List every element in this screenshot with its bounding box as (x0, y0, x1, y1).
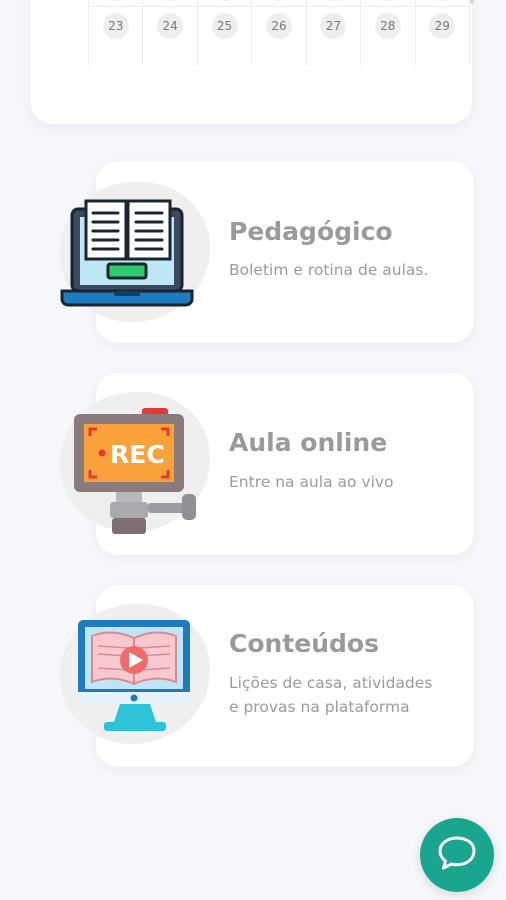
calendar-card: 16 17 18 19 20 21 22 23 24 25 26 27 28 2… (30, 0, 474, 124)
calendar-day[interactable]: 23 (102, 13, 129, 39)
calendar-day-cell[interactable]: 27 (305, 7, 360, 66)
calendar-day[interactable]: 16 (102, 0, 129, 1)
chat-bubble-icon (437, 835, 477, 875)
card-title: Aula online (229, 428, 388, 457)
card-subtitle: Boletim e rotina de aulas. (229, 258, 428, 282)
calendar-day[interactable]: 21 (374, 0, 401, 1)
calendar-day[interactable]: 20 (320, 0, 347, 1)
calendar-day[interactable]: 22 (429, 0, 456, 1)
card-title: Conteúdos (229, 629, 379, 658)
calendar-day[interactable]: 28 (374, 13, 401, 39)
calendar-day-cell[interactable]: 28 (360, 7, 414, 66)
calendar-day[interactable]: 25 (211, 13, 238, 39)
calendar-day[interactable]: 17 (157, 0, 184, 1)
card-subtitle: Entre na aula ao vivo (229, 470, 394, 494)
calendar-day-cell[interactable]: 19 (251, 0, 305, 6)
svg-text:REC: REC (110, 440, 165, 469)
calendar-day-cell[interactable]: 18 (196, 0, 251, 6)
calendar-day-cell[interactable]: 29 (414, 7, 470, 66)
rec-camera-icon: REC (72, 408, 200, 540)
calendar-day-cell[interactable]: 16 (88, 0, 142, 6)
calendar-week-row: 23 24 25 26 27 28 29 (88, 7, 470, 66)
calendar-day[interactable]: 27 (320, 13, 347, 39)
card-subtitle: Lições de casa, atividades e provas na p… (229, 671, 432, 719)
calendar-day-cell[interactable]: 21 (360, 0, 414, 6)
calendar-scrollbar[interactable] (470, 0, 474, 4)
card-subtitle-line: Lições de casa, atividades (229, 674, 433, 692)
calendar-day-cell[interactable]: 25 (196, 7, 251, 66)
card-subtitle-line: Entre na aula ao vivo (229, 473, 394, 491)
calendar-day-cell[interactable]: 24 (142, 7, 196, 66)
calendar-day-cell[interactable]: 17 (142, 0, 196, 6)
calendar-day-cell[interactable]: 26 (251, 7, 305, 66)
monitor-book-play-icon (76, 618, 194, 740)
calendar-day[interactable]: 26 (265, 13, 292, 39)
calendar-day[interactable]: 19 (265, 0, 292, 1)
calendar-week-row: 16 17 18 19 20 21 22 (88, 0, 470, 7)
calendar-day[interactable]: 18 (211, 0, 238, 1)
card-title: Pedagógico (229, 217, 393, 246)
calendar-day-cell[interactable]: 22 (414, 0, 470, 6)
chat-button[interactable] (420, 818, 494, 892)
calendar-day[interactable]: 29 (429, 13, 456, 39)
card-subtitle-line: e provas na plataforma (229, 698, 410, 716)
calendar-day[interactable]: 24 (157, 13, 184, 39)
laptop-book-icon (60, 197, 196, 313)
calendar-day-cell[interactable]: 23 (88, 7, 142, 66)
calendar-day-cell[interactable]: 20 (305, 0, 360, 6)
card-subtitle-line: Boletim e rotina de aulas. (229, 261, 429, 279)
calendar-grid: 16 17 18 19 20 21 22 23 24 25 26 27 28 2… (88, 0, 470, 66)
